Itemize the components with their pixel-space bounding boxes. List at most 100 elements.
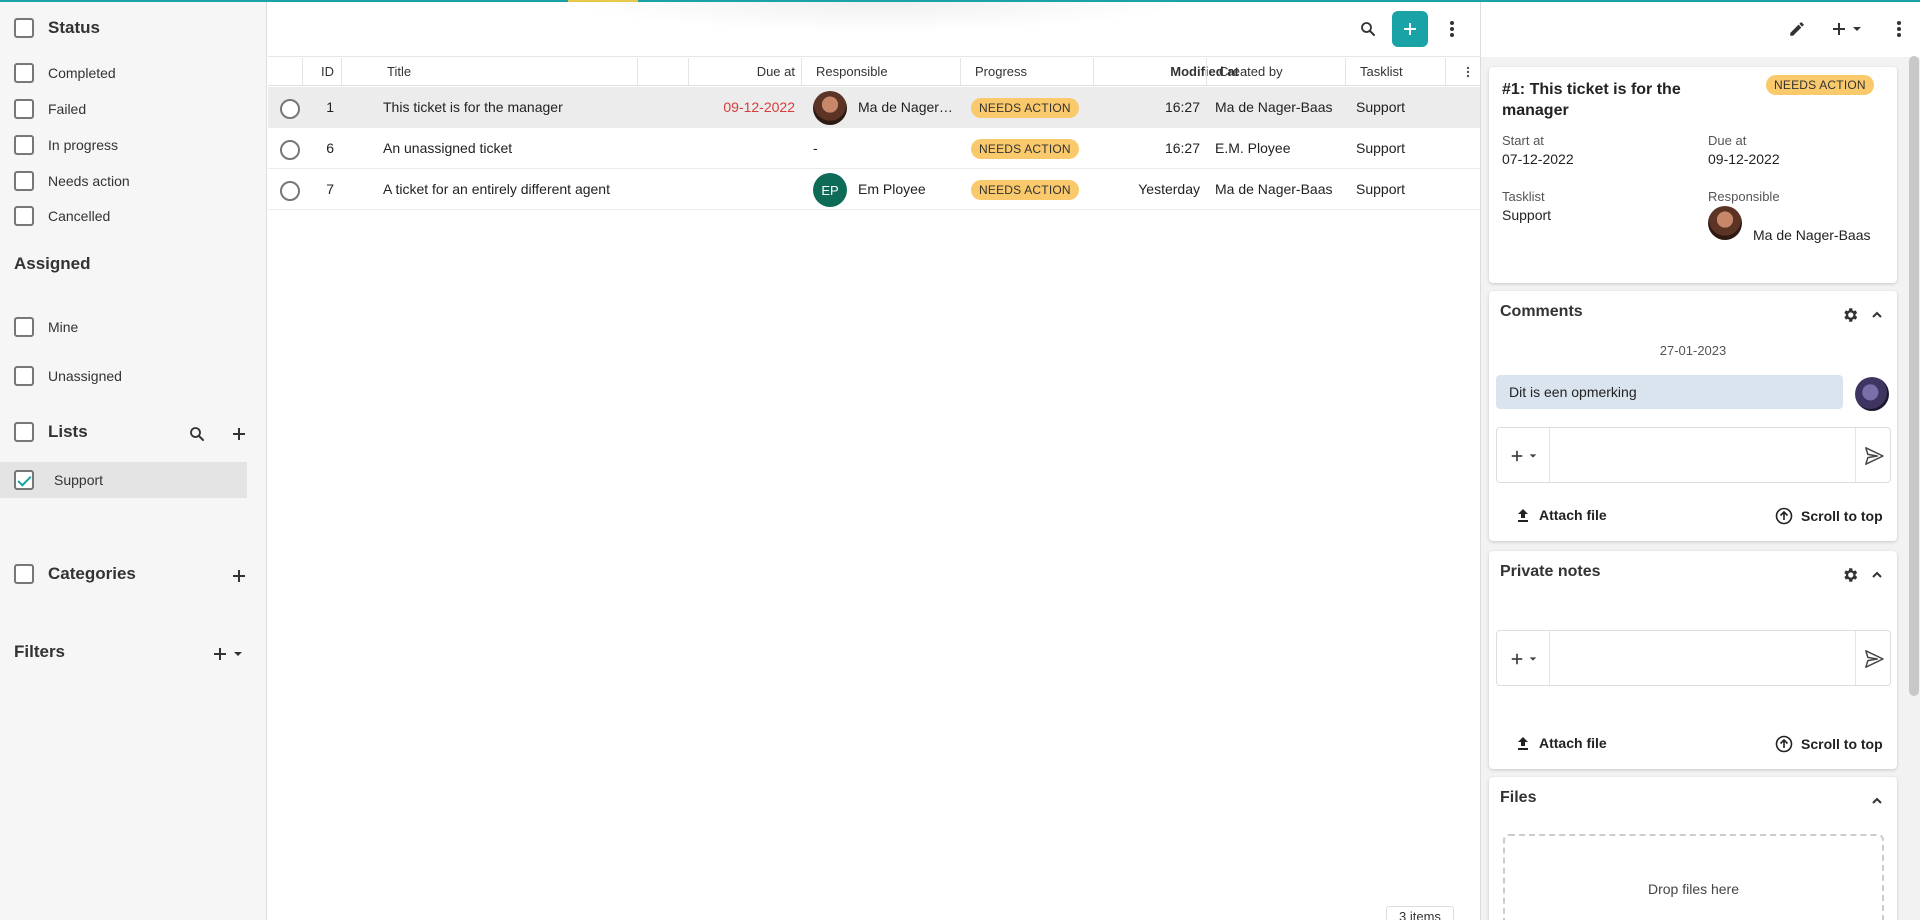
avatar: EP xyxy=(813,173,847,207)
chevron-up-icon xyxy=(1872,797,1882,804)
status-filter-cancelled[interactable]: Cancelled xyxy=(14,204,110,228)
categories-select-all-checkbox[interactable] xyxy=(14,564,34,584)
detail-more-options-button[interactable] xyxy=(1887,17,1911,41)
categories-section-title: Categories xyxy=(48,564,136,583)
comment-bubble: Dit is een opmerking xyxy=(1496,375,1843,409)
column-header-tasklist[interactable]: Tasklist xyxy=(1360,58,1403,86)
column-header-id[interactable]: ID xyxy=(302,58,334,86)
assigned-section-header: Assigned xyxy=(14,254,91,274)
detail-toolbar xyxy=(1481,2,1920,57)
add-menu-button[interactable] xyxy=(1827,17,1867,41)
comments-settings-button[interactable] xyxy=(1838,303,1862,327)
column-header-due-at[interactable]: Due at xyxy=(688,58,795,86)
collapse-comments-button[interactable] xyxy=(1865,303,1889,327)
responsible-value: Ma de Nager-Baas xyxy=(1753,227,1871,243)
filters-section-title: Filters xyxy=(14,642,66,661)
list-item-support[interactable]: Support xyxy=(0,462,247,498)
status-filter-label: Needs action xyxy=(48,173,130,189)
checkbox[interactable] xyxy=(14,470,34,490)
avatar xyxy=(813,91,847,125)
scroll-to-top-button[interactable]: Scroll to top xyxy=(1775,735,1883,753)
column-header-title[interactable]: Title xyxy=(387,58,411,86)
note-add-menu-button[interactable] xyxy=(1505,647,1543,671)
tasklist-value: Support xyxy=(1502,207,1552,223)
upload-icon xyxy=(1518,737,1528,750)
comments-card: Comments 27-01-2023 Dit is een opmerking… xyxy=(1489,291,1897,541)
send-note-button[interactable] xyxy=(1862,647,1886,671)
status-filter-needs-action[interactable]: Needs action xyxy=(14,169,130,193)
cell-created-by: Ma de Nager-Baas xyxy=(1215,99,1333,115)
add-filter-menu-button[interactable] xyxy=(208,642,248,666)
row-select-radio[interactable] xyxy=(280,181,300,201)
private-notes-settings-button[interactable] xyxy=(1838,563,1862,587)
list-item-label: Support xyxy=(54,472,104,488)
file-drop-zone[interactable]: Drop files here xyxy=(1503,834,1884,920)
add-task-button[interactable] xyxy=(1392,11,1428,47)
status-badge: NEEDS ACTION xyxy=(971,139,1079,159)
comment-add-menu-button[interactable] xyxy=(1505,444,1543,468)
private-note-text-input[interactable] xyxy=(1553,635,1851,681)
add-list-button[interactable] xyxy=(227,422,251,446)
filters-section-header: Filters xyxy=(14,642,65,662)
cell-due-at: 09-12-2022 xyxy=(723,99,795,115)
assigned-filter-unassigned[interactable]: Unassigned xyxy=(14,364,122,388)
attach-file-button[interactable]: Attach file xyxy=(1515,735,1607,751)
send-comment-button[interactable] xyxy=(1862,444,1886,468)
status-filter-label: Cancelled xyxy=(48,208,111,224)
status-badge: NEEDS ACTION xyxy=(971,98,1079,118)
scroll-to-top-label: Scroll to top xyxy=(1801,508,1883,524)
status-filter-label: Completed xyxy=(48,65,116,81)
assigned-filter-label: Mine xyxy=(48,319,79,335)
scroll-to-top-button[interactable]: Scroll to top xyxy=(1775,507,1883,525)
search-lists-button[interactable] xyxy=(185,422,209,446)
checkbox[interactable] xyxy=(14,99,34,119)
table-row[interactable]: 7 A ticket for an entirely different age… xyxy=(268,169,1480,210)
detail-scrollbar[interactable] xyxy=(1909,56,1919,696)
table-row[interactable]: 1 This ticket is for the manager 09-12-2… xyxy=(268,87,1480,128)
status-select-all-checkbox[interactable] xyxy=(14,18,34,38)
cell-tasklist: Support xyxy=(1356,181,1406,197)
search-button[interactable] xyxy=(1356,17,1380,41)
checkbox[interactable] xyxy=(14,317,34,337)
gear-icon xyxy=(1844,568,1858,582)
row-select-radio[interactable] xyxy=(280,99,300,119)
task-grid-panel: ID Title Due at Responsible Progress Mod… xyxy=(268,2,1480,920)
status-filter-completed[interactable]: Completed xyxy=(14,61,116,85)
start-at-value: 07-12-2022 xyxy=(1502,151,1574,167)
column-header-progress[interactable]: Progress xyxy=(975,58,1027,86)
checkbox[interactable] xyxy=(14,171,34,191)
column-header-responsible[interactable]: Responsible xyxy=(816,58,888,86)
checkbox[interactable] xyxy=(14,366,34,386)
status-filter-in-progress[interactable]: In progress xyxy=(14,133,118,157)
private-note-input-box xyxy=(1496,630,1891,686)
plus-icon xyxy=(1511,450,1523,462)
row-select-radio[interactable] xyxy=(280,140,300,160)
gear-icon xyxy=(1844,308,1858,322)
assigned-filter-mine[interactable]: Mine xyxy=(14,315,78,339)
comment-text-input[interactable] xyxy=(1553,432,1851,478)
column-header-created-by[interactable]: Created by xyxy=(1219,58,1283,86)
attach-file-label: Attach file xyxy=(1539,735,1607,751)
comment-author-avatar xyxy=(1855,377,1889,411)
cell-id: 6 xyxy=(326,140,334,156)
plus-icon xyxy=(233,570,245,582)
checkbox[interactable] xyxy=(14,63,34,83)
checkbox[interactable] xyxy=(14,206,34,226)
lists-select-all-checkbox[interactable] xyxy=(14,422,34,442)
grid-header: ID Title Due at Responsible Progress Mod… xyxy=(268,58,1480,86)
comments-title: Comments xyxy=(1500,303,1583,320)
responsible-label: Responsible xyxy=(1708,189,1780,204)
collapse-private-notes-button[interactable] xyxy=(1865,563,1889,587)
add-category-button[interactable] xyxy=(227,564,251,588)
edit-button[interactable] xyxy=(1785,17,1809,41)
collapse-files-button[interactable] xyxy=(1865,789,1889,813)
checkbox[interactable] xyxy=(14,135,34,155)
attach-file-button[interactable]: Attach file xyxy=(1515,507,1607,523)
column-menu-button[interactable] xyxy=(1456,60,1480,84)
more-options-button[interactable] xyxy=(1440,17,1464,41)
grid-toolbar xyxy=(268,2,1480,57)
table-row[interactable]: 6 An unassigned ticket - NEEDS ACTION 16… xyxy=(268,128,1480,169)
caret-down-icon xyxy=(1853,27,1861,31)
status-filter-failed[interactable]: Failed xyxy=(14,97,86,121)
arrow-up-circle-icon xyxy=(1775,735,1793,753)
